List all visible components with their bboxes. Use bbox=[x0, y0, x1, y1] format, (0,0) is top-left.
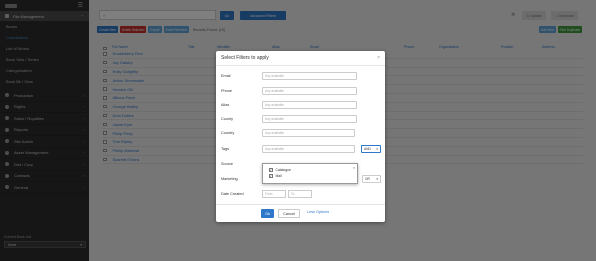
ok-button[interactable]: Ok bbox=[261, 209, 274, 218]
filter-modal: Select Filters to apply × Email Any avai… bbox=[216, 51, 385, 222]
email-filter-input[interactable]: Any available bbox=[262, 72, 357, 80]
marketing-operator-value: OR bbox=[365, 177, 370, 181]
chevron-down-icon: ▾ bbox=[376, 147, 378, 151]
marketing-operator-select[interactable]: OR ▾ bbox=[362, 175, 381, 183]
marketing-label: Marketing bbox=[221, 177, 238, 181]
filter-row-county: County Any available bbox=[221, 115, 381, 124]
chevron-down-icon: ▾ bbox=[376, 177, 378, 181]
phone-label: Phone bbox=[221, 89, 232, 93]
date-created-label: Date Created bbox=[221, 192, 244, 196]
cancel-button[interactable]: Cancel bbox=[278, 209, 300, 218]
checkbox-checked-icon[interactable]: ✓ bbox=[269, 174, 273, 178]
filter-row-email: Email Any available bbox=[221, 72, 381, 81]
country-label: Country bbox=[221, 131, 235, 135]
alias-label: Alias bbox=[221, 103, 230, 107]
county-filter-input[interactable]: Any available bbox=[262, 115, 357, 123]
filter-row-date-created: Date Created From To bbox=[221, 190, 381, 199]
less-options-link[interactable]: Less Options bbox=[307, 210, 329, 214]
date-to-input[interactable]: To bbox=[288, 190, 312, 198]
modal-footer: Ok Cancel Less Options bbox=[216, 204, 385, 222]
source-dropdown: × ✓ Catalogue ✓ Mail bbox=[262, 163, 358, 184]
filter-row-country: Country Any available bbox=[221, 129, 381, 138]
country-filter-input[interactable]: Any available bbox=[262, 129, 355, 137]
close-icon[interactable]: × bbox=[377, 55, 380, 61]
county-label: County bbox=[221, 117, 234, 121]
phone-filter-input[interactable]: Any available bbox=[262, 87, 357, 95]
date-from-input[interactable]: From bbox=[262, 190, 286, 198]
filter-row-tags: Tags Any available AND ▾ bbox=[221, 145, 381, 154]
tags-operator-value: AND bbox=[364, 147, 371, 151]
checkbox-checked-icon[interactable]: ✓ bbox=[269, 168, 273, 172]
alias-filter-input[interactable]: Any available bbox=[262, 101, 357, 109]
source-label: Source bbox=[221, 162, 234, 166]
modal-title: Select Filters to apply bbox=[216, 51, 385, 66]
tags-operator-select[interactable]: AND ▾ bbox=[361, 145, 381, 153]
source-option-mail[interactable]: ✓ Mail bbox=[263, 173, 357, 179]
source-option-label: Catalogue bbox=[275, 168, 291, 172]
email-label: Email bbox=[221, 74, 231, 78]
tags-filter-input[interactable]: Any available bbox=[262, 145, 355, 153]
filter-row-alias: Alias Any available bbox=[221, 101, 381, 110]
filter-row-phone: Phone Any available bbox=[221, 87, 381, 96]
tags-label: Tags bbox=[221, 147, 230, 151]
source-option-label: Mail bbox=[275, 174, 282, 178]
